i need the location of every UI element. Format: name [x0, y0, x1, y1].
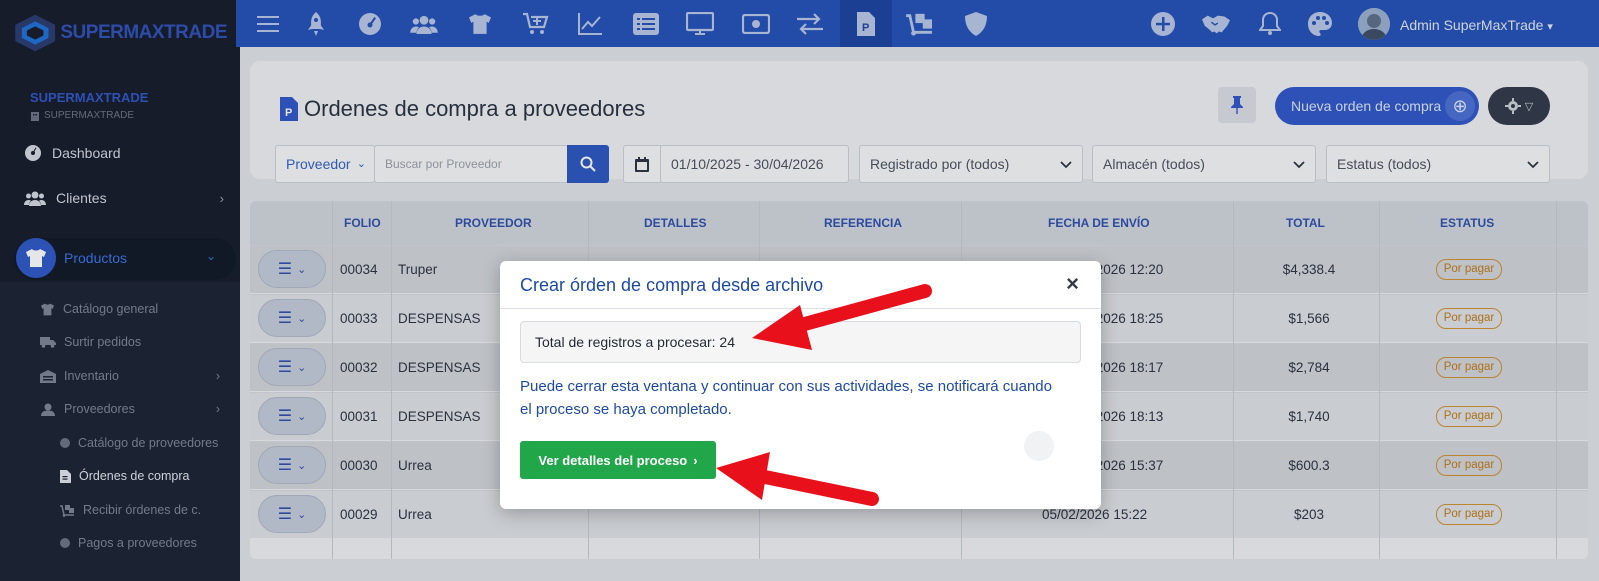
red-arrow-button — [716, 452, 879, 506]
annotation-arrows — [716, 284, 932, 506]
red-arrow-records — [752, 284, 932, 350]
